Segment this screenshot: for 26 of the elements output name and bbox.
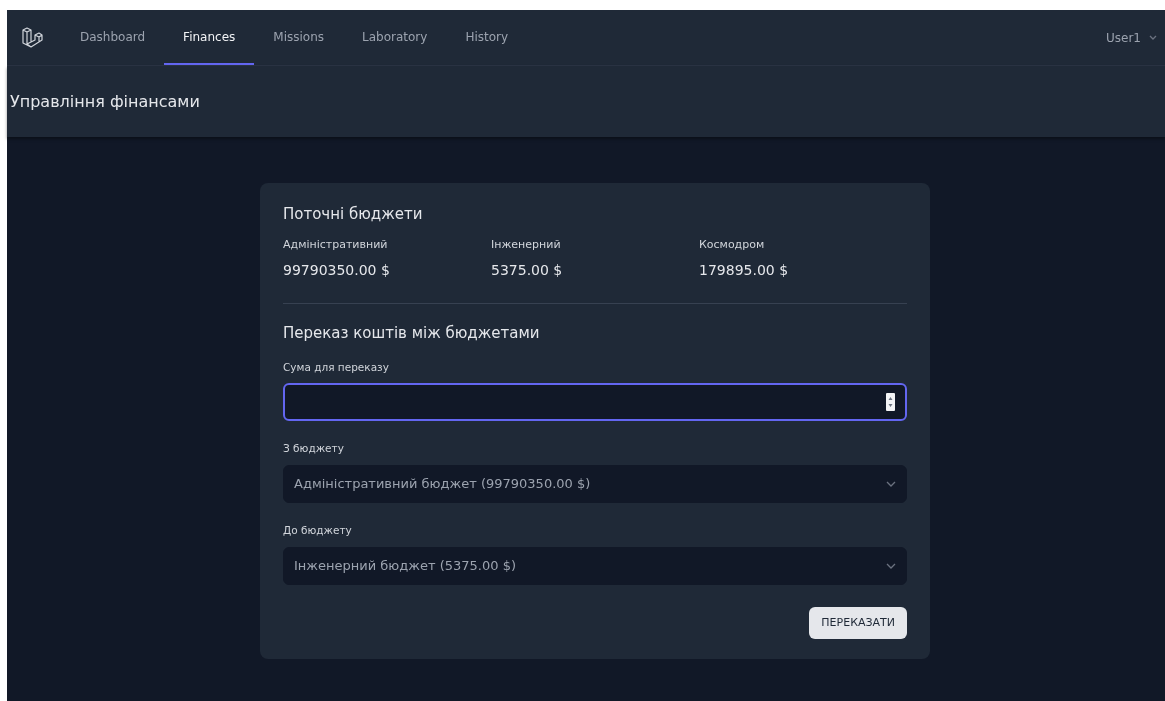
user-menu[interactable]: User1 [1106,10,1157,65]
field-label: З бюджету [283,441,344,457]
budget-amount: 179895.00 $ [699,260,790,280]
budget-label: Космодром [699,237,766,253]
section-title: Переказ коштів між бюджетами [283,323,541,342]
budget-label: Адміністративний [283,237,389,253]
budget-select[interactable]: Адміністративний бюджет (99790350.00 $) [283,465,907,503]
logo-icon[interactable] [21,25,43,50]
chevron-down-icon [886,562,896,569]
nav-link[interactable]: Laboratory [343,10,447,65]
page-title: Управління фінансами [10,91,200,112]
transfer-button[interactable]: ПЕРЕКАЗАТИ [809,606,907,640]
field-label: Сума для переказу [283,359,389,375]
nav-link[interactable]: History [446,10,528,65]
budget-label: Інженерний [491,237,562,253]
section-title: Поточні бюджети [283,205,424,223]
amount-field[interactable] [283,383,907,422]
budget-select[interactable]: Інженерний бюджет (5375.00 $) [283,546,907,585]
nav-link[interactable]: Missions [254,10,343,65]
budget-amount: 5375.00 $ [491,260,564,280]
chevron-down-icon [886,481,896,487]
spinner-icon[interactable] [886,393,895,412]
field-label: До бюджету [283,523,352,538]
chevron-down-icon [1149,34,1157,41]
budget-amount: 99790350.00 $ [283,260,391,280]
nav-link[interactable]: Dashboard [61,10,165,65]
